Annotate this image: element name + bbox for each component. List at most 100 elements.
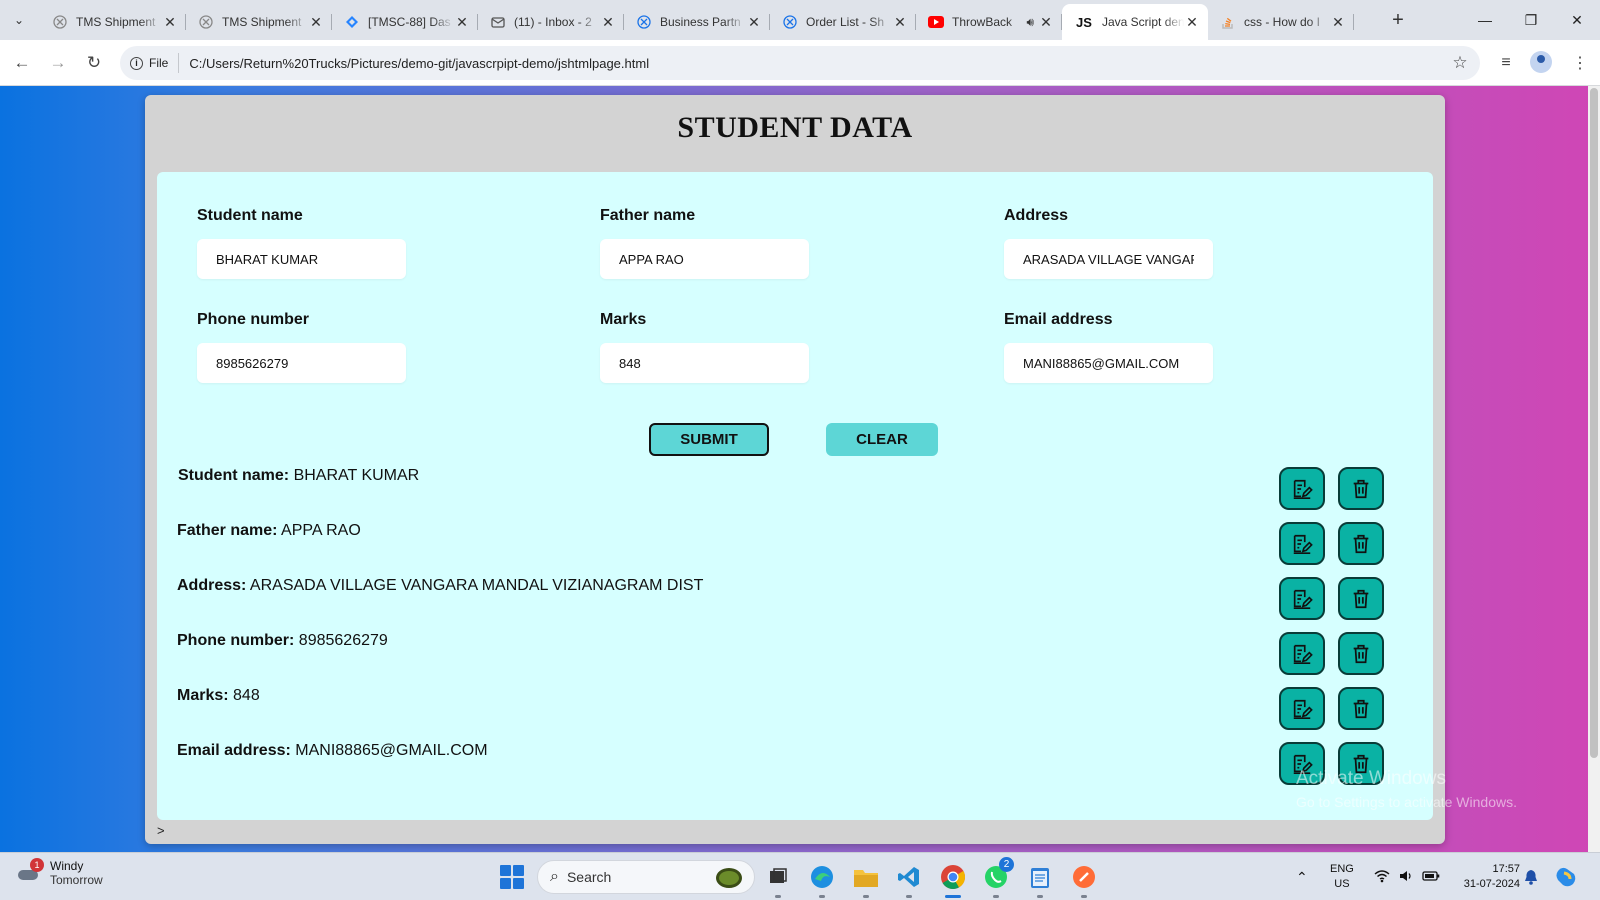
copilot-icon[interactable]	[1554, 853, 1578, 900]
clock[interactable]: 17:57 31-07-2024	[1456, 862, 1520, 892]
edit-button[interactable]	[1279, 632, 1325, 675]
browser-toolbar: ← → ↻ i File C:/Users/Return%20Trucks/Pi…	[0, 40, 1600, 86]
marks-input[interactable]	[600, 343, 809, 383]
email-address-label: Email address	[1004, 311, 1113, 328]
vertical-scrollbar[interactable]	[1588, 86, 1600, 852]
edit-button[interactable]	[1279, 687, 1325, 730]
vscode-icon[interactable]	[893, 861, 925, 898]
edit-button[interactable]	[1279, 522, 1325, 565]
edit-button[interactable]	[1279, 467, 1325, 510]
trash-icon	[1353, 534, 1369, 553]
close-icon[interactable]: ✕	[1184, 14, 1200, 31]
language-line2: US	[1334, 878, 1350, 890]
windows-start-icon[interactable]	[500, 865, 524, 889]
clock-time: 17:57	[1492, 863, 1520, 875]
new-tab-button[interactable]: +	[1386, 8, 1410, 32]
restore-button[interactable]: ❐	[1508, 6, 1554, 34]
url-text[interactable]: C:/Users/Return%20Trucks/Pictures/demo-g…	[189, 56, 649, 71]
delete-button[interactable]	[1338, 687, 1384, 730]
chevron-up-icon: ⌃	[1296, 868, 1308, 885]
whatsapp-icon[interactable]: 2	[980, 857, 1014, 898]
avatar[interactable]	[1530, 51, 1552, 73]
tab-active[interactable]: JS Java Script den ✕	[1062, 4, 1208, 40]
taskbar-search[interactable]: ⌕ Search	[537, 860, 755, 894]
phone-number-input[interactable]	[197, 343, 406, 383]
clear-button[interactable]: CLEAR	[826, 423, 938, 456]
minimize-button[interactable]: —	[1462, 6, 1508, 34]
forward-button[interactable]: →	[44, 49, 72, 77]
tab[interactable]: css - How do I ✕	[1208, 4, 1354, 40]
submit-button[interactable]: SUBMIT	[649, 423, 769, 456]
student-card: STUDENT DATA Student name Father name Ad…	[145, 95, 1445, 844]
close-icon[interactable]: ✕	[892, 14, 908, 31]
search-highlight-icon	[716, 868, 742, 888]
plus-icon: +	[1392, 8, 1404, 31]
tab-search-button[interactable]: ⌄	[6, 7, 32, 33]
close-window-button[interactable]: ✕	[1554, 6, 1600, 34]
close-icon[interactable]: ✕	[746, 14, 762, 31]
postman-icon[interactable]	[1068, 861, 1100, 898]
marks-label: Marks	[600, 311, 647, 328]
record-key: Marks:	[177, 687, 229, 704]
arrow-left-icon: ←	[13, 53, 31, 72]
close-icon[interactable]: ✕	[308, 14, 324, 31]
scrollbar-thumb[interactable]	[1590, 88, 1598, 758]
bookmark-star-icon[interactable]: ☆	[1446, 49, 1474, 77]
file-explorer-icon[interactable]	[850, 861, 882, 898]
record-value: 8985626279	[298, 632, 388, 649]
back-button[interactable]: ←	[8, 49, 36, 77]
record-row: Email address: MANI88865@GMAIL.COM	[177, 742, 488, 760]
weather-widget[interactable]: 1 Windy Tomorrow	[16, 858, 103, 887]
close-icon[interactable]: ✕	[1330, 14, 1346, 31]
task-view-icon[interactable]	[762, 861, 794, 898]
clock-date: 31-07-2024	[1463, 878, 1520, 890]
close-icon[interactable]: ✕	[454, 14, 470, 31]
tab[interactable]: (11) - Inbox - 2 ✕	[478, 4, 624, 40]
student-name-input[interactable]	[197, 239, 406, 279]
minimize-icon: —	[1478, 12, 1492, 28]
tab-title: Java Script den	[1102, 15, 1184, 29]
tab-title: (11) - Inbox - 2	[514, 15, 592, 29]
tab[interactable]: [TMSC-88] Das ✕	[332, 4, 478, 40]
tab[interactable]: TMS Shipment ✕	[186, 4, 332, 40]
speaker-icon[interactable]: 🔊︎	[1026, 15, 1034, 30]
delete-button[interactable]	[1338, 467, 1384, 510]
jira-icon	[344, 14, 360, 30]
chrome-icon[interactable]	[937, 861, 969, 898]
system-tray[interactable]	[1374, 853, 1440, 900]
close-icon[interactable]: ✕	[600, 14, 616, 31]
tab[interactable]: TMS Shipment ✕	[40, 4, 186, 40]
edit-button[interactable]	[1279, 577, 1325, 620]
show-hidden-icons[interactable]: ⌃	[1296, 853, 1308, 900]
search-icon: ⌕	[550, 868, 559, 885]
language-indicator[interactable]: ENG US	[1330, 862, 1354, 892]
tab[interactable]: Order List - Sh ✕	[770, 4, 916, 40]
watermark-title: Activate Windows	[1296, 768, 1446, 789]
chevron-down-icon: ⌄	[13, 13, 25, 27]
edit-icon	[1293, 589, 1313, 609]
kebab-menu-icon[interactable]: ⋮	[1566, 49, 1594, 77]
close-icon[interactable]: ✕	[162, 14, 178, 31]
site-info-chip[interactable]: i File	[130, 53, 180, 73]
reload-button[interactable]: ↻	[80, 49, 108, 77]
father-name-input[interactable]	[600, 239, 809, 279]
reload-icon: ↻	[86, 53, 102, 72]
tab[interactable]: Business Partn ✕	[624, 4, 770, 40]
delete-button[interactable]	[1338, 522, 1384, 565]
delete-button[interactable]	[1338, 632, 1384, 675]
brand-circle-icon	[782, 14, 798, 30]
address-input[interactable]	[1004, 239, 1213, 279]
delete-button[interactable]	[1338, 577, 1384, 620]
address-bar[interactable]: i File C:/Users/Return%20Trucks/Pictures…	[120, 46, 1480, 80]
student-name-label: Student name	[197, 207, 303, 224]
media-control-icon[interactable]: ≡	[1492, 49, 1520, 77]
edge-icon[interactable]	[806, 861, 838, 898]
close-icon[interactable]: ✕	[1038, 14, 1054, 31]
site-info-label: File	[149, 56, 169, 70]
email-address-input[interactable]	[1004, 343, 1213, 383]
tab[interactable]: ThrowBack 🔊︎ ✕	[916, 4, 1062, 40]
record-row: Address: ARASADA VILLAGE VANGARA MANDAL …	[177, 577, 703, 595]
notepad-icon[interactable]	[1024, 861, 1056, 898]
wind-icon: 1	[16, 858, 44, 886]
notification-bell-icon[interactable]	[1524, 853, 1538, 900]
